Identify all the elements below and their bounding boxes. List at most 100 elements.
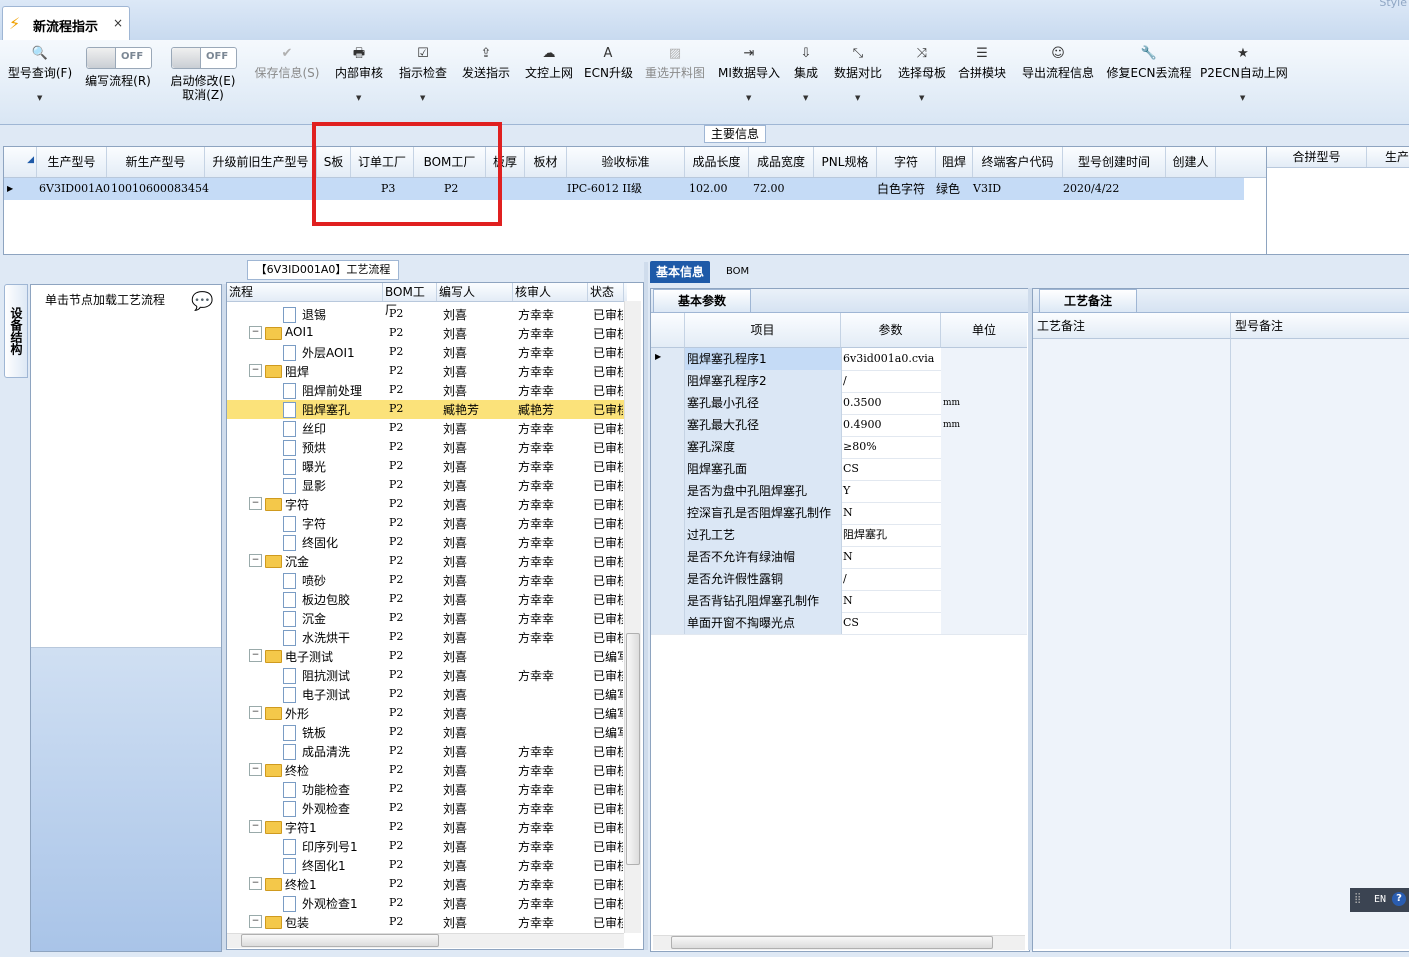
tree-node[interactable]: − 字符 P2 刘喜 方幸幸 已审核 xyxy=(227,495,627,514)
table-cell[interactable] xyxy=(525,178,566,200)
param-value[interactable]: CS xyxy=(841,458,942,480)
tree-node[interactable]: 沉金 P2 刘喜 方幸幸 已审核 xyxy=(227,609,627,628)
param-value[interactable]: N xyxy=(841,590,942,612)
param-row[interactable]: 阻焊塞孔面 CS xyxy=(651,458,1027,481)
table-cell[interactable] xyxy=(814,178,876,200)
collapse-toggle-icon[interactable]: − xyxy=(249,877,262,890)
table-cell[interactable]: 6V3ID001A0 xyxy=(39,178,110,200)
tree-node[interactable]: 终固化1 P2 刘喜 方幸幸 已审核 xyxy=(227,856,627,875)
tree-node[interactable]: − 阻焊 P2 刘喜 方幸幸 已审核 xyxy=(227,362,627,381)
tree-column-header[interactable]: 核审人 xyxy=(513,283,588,301)
toolbar-item-5[interactable]: ☑ 指示检查 ▼ xyxy=(396,40,450,124)
chevron-down-icon[interactable]: ▼ xyxy=(746,94,751,102)
tab-process-notes[interactable]: 工艺备注 xyxy=(1039,289,1137,312)
param-value[interactable]: Y xyxy=(841,480,942,502)
tree-node[interactable]: 退锡 P2 刘喜 方幸幸 已审核 xyxy=(227,305,627,324)
table-cell[interactable] xyxy=(1166,178,1215,200)
param-row[interactable]: 塞孔最大孔径 0.4900 mm xyxy=(651,414,1027,437)
tab-new-process[interactable]: ⚡ 新流程指示 × xyxy=(2,6,130,41)
toolbar-item-1[interactable]: OFF 编写流程(R) xyxy=(80,40,156,124)
table-cell[interactable]: 2020/4/22 xyxy=(1063,178,1165,200)
column-header[interactable]: PNL规格 xyxy=(814,147,877,177)
column-header[interactable]: 字符 xyxy=(877,147,936,177)
column-header[interactable]: 板材 xyxy=(525,147,567,177)
collapse-toggle-icon[interactable]: − xyxy=(249,649,262,662)
main-info-grid[interactable]: ◢ 生产型号 新生产型号 升级前旧生产型号 S板 订单工厂 BOM工厂 板厚 板材 验收标准 成品长… xyxy=(3,146,1267,255)
param-row[interactable]: 塞孔最小孔径 0.3500 mm xyxy=(651,392,1027,415)
table-cell[interactable]: 102.00 xyxy=(689,178,752,200)
toolbar-item-13[interactable]: ⤨ 选择母板 ▼ xyxy=(898,40,946,124)
column-header[interactable]: 生产 xyxy=(1367,147,1409,167)
param-value[interactable]: N xyxy=(841,546,942,568)
grid-corner[interactable]: ◢ xyxy=(4,147,37,177)
splitter[interactable] xyxy=(644,262,648,950)
merge-model-grid[interactable]: 合拼型号 生产 xyxy=(1266,146,1409,255)
toolbar-item-16[interactable]: 🔧 修复ECN丢流程 xyxy=(1106,40,1192,124)
tree-node[interactable]: 电子测试 P2 刘喜 已编写 xyxy=(227,685,627,704)
tree-node[interactable]: 丝印 P2 刘喜 方幸幸 已审核 xyxy=(227,419,627,438)
tree-node[interactable]: 曝光 P2 刘喜 方幸幸 已审核 xyxy=(227,457,627,476)
param-value[interactable]: 0.3500 xyxy=(841,392,942,414)
toolbar-item-8[interactable]: A ECN升级 xyxy=(584,40,633,124)
toolbar-item-15[interactable]: ☺ 导出流程信息 xyxy=(1018,40,1098,124)
chevron-down-icon[interactable]: ▼ xyxy=(356,94,361,102)
column-header[interactable]: 阻焊 xyxy=(936,147,973,177)
param-value[interactable]: / xyxy=(841,370,942,392)
tree-node[interactable]: 喷砂 P2 刘喜 方幸幸 已审核 xyxy=(227,571,627,590)
chevron-down-icon[interactable]: ▼ xyxy=(919,94,924,102)
param-row[interactable]: 单面开窗不掏曝光点 CS xyxy=(651,612,1027,635)
column-header[interactable]: 终端客户代码 xyxy=(973,147,1063,177)
tree-node[interactable]: − 终检1 P2 刘喜 方幸幸 已审核 xyxy=(227,875,627,894)
tab-basic-info[interactable]: 基本信息 xyxy=(650,261,711,283)
chevron-down-icon[interactable]: ▼ xyxy=(37,94,42,102)
tree-column-header[interactable]: 状态 xyxy=(588,283,624,301)
language-bar[interactable]: ⣿ EN ? xyxy=(1350,888,1409,912)
chevron-down-icon[interactable]: ▼ xyxy=(855,94,860,102)
tree-node[interactable]: 印序列号1 P2 刘喜 方幸幸 已审核 xyxy=(227,837,627,856)
chevron-down-icon[interactable]: ▼ xyxy=(1240,94,1245,102)
column-header[interactable]: 合拼型号 xyxy=(1267,147,1367,167)
column-header[interactable]: 升级前旧生产型号 xyxy=(205,147,317,177)
toolbar-item-3[interactable]: ✔ 保存信息(S) xyxy=(250,40,324,124)
tree-node[interactable]: − 外形 P2 刘喜 已编写 xyxy=(227,704,627,723)
toolbar-item-14[interactable]: ☰ 合拼模块 xyxy=(955,40,1009,124)
process-tree[interactable]: 流程BOM工厂编写人核审人状态 退锡P2刘喜方幸幸已审核−AOI1P2刘喜方幸幸… xyxy=(226,282,644,950)
process-notes-text[interactable] xyxy=(1033,339,1231,949)
column-header[interactable]: 成品宽度 xyxy=(749,147,814,177)
column-header[interactable]: 生产型号 xyxy=(37,147,107,177)
table-row[interactable]: ▶ 6V3ID001A0 10010600083454 P3 P2 IPC-6012 II… xyxy=(4,178,1244,200)
param-value[interactable]: / xyxy=(841,568,942,590)
column-header[interactable]: 创建人 xyxy=(1166,147,1216,177)
collapse-toggle-icon[interactable]: − xyxy=(249,915,262,928)
tree-node[interactable]: 外观检查 P2 刘喜 方幸幸 已审核 xyxy=(227,799,627,818)
tree-node[interactable]: − AOI1 P2 刘喜 方幸幸 已审核 xyxy=(227,324,627,343)
horizontal-scrollbar-thumb[interactable] xyxy=(241,934,439,947)
tree-node[interactable]: 显影 P2 刘喜 方幸幸 已审核 xyxy=(227,476,627,495)
tree-node[interactable]: 终固化 P2 刘喜 方幸幸 已审核 xyxy=(227,533,627,552)
tree-node[interactable]: 外观检查1 P2 刘喜 方幸幸 已审核 xyxy=(227,894,627,913)
param-row[interactable]: 过孔工艺 阻焊塞孔 xyxy=(651,524,1027,547)
column-header[interactable]: 型号创建时间 xyxy=(1063,147,1166,177)
tree-node[interactable]: 板边包胶 P2 刘喜 方幸幸 已审核 xyxy=(227,590,627,609)
table-cell[interactable]: IPC-6012 II级 xyxy=(567,178,684,200)
toolbar-item-6[interactable]: ⇪ 发送指示 xyxy=(458,40,514,124)
tree-node[interactable]: 预烘 P2 刘喜 方幸幸 已审核 xyxy=(227,438,627,457)
help-icon[interactable]: ? xyxy=(1392,892,1406,906)
param-row[interactable]: ▶ 阻焊塞孔程序1 6v3id001a0.cvia xyxy=(651,348,1027,371)
toggle-switch[interactable]: OFF xyxy=(171,47,237,69)
tab-basic-params[interactable]: 基本参数 xyxy=(653,289,751,312)
collapse-toggle-icon[interactable]: − xyxy=(249,820,262,833)
toolbar-item-0[interactable]: 🔍 型号查询(F) ▼ xyxy=(4,40,76,124)
tree-node[interactable]: 水洗烘干 P2 刘喜 方幸幸 已审核 xyxy=(227,628,627,647)
load-hint-area[interactable]: 单击节点加载工艺流程 💬 xyxy=(31,285,221,648)
side-tab-equipment-structure[interactable]: 设备结构 xyxy=(4,284,28,378)
param-row[interactable]: 是否背钻孔阻焊塞孔制作 N xyxy=(651,590,1027,613)
toolbar-item-2[interactable]: OFF 启动修改(E) 取消(Z) xyxy=(162,40,244,124)
tree-node[interactable]: − 包装 P2 刘喜 方幸幸 已审核 xyxy=(227,913,627,932)
toolbar-label-2[interactable]: 取消(Z) xyxy=(162,88,244,102)
close-icon[interactable]: × xyxy=(113,16,123,30)
param-value[interactable]: 0.4900 xyxy=(841,414,942,436)
toolbar-item-7[interactable]: ☁ 文控上网 xyxy=(521,40,577,124)
tree-node[interactable]: − 字符1 P2 刘喜 方幸幸 已审核 xyxy=(227,818,627,837)
collapse-toggle-icon[interactable]: − xyxy=(249,364,262,377)
